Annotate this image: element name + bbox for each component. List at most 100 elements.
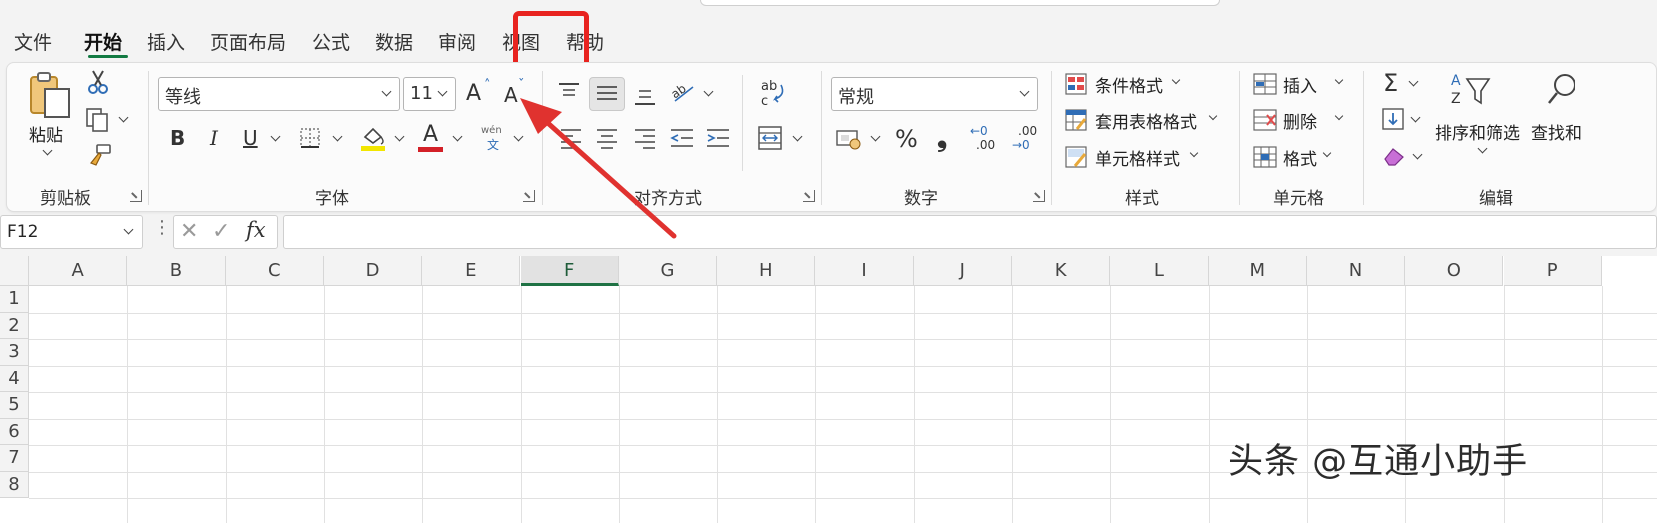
clipboard-dialog-launcher-icon[interactable] (130, 190, 142, 202)
merge-center-icon[interactable] (757, 125, 783, 151)
cancel-formula-icon[interactable]: ✕ (180, 221, 198, 243)
enter-formula-icon[interactable]: ✓ (212, 221, 230, 243)
find-select-label[interactable]: 查找和 (1531, 119, 1582, 144)
cell-styles-button[interactable]: 单元格样式 (1065, 144, 1235, 172)
row-header[interactable]: 6 (0, 418, 29, 445)
column-header[interactable]: B (127, 256, 226, 286)
accounting-format-icon[interactable] (835, 127, 863, 151)
sort-filter-chevron-icon[interactable] (1477, 143, 1488, 154)
column-header[interactable]: N (1306, 256, 1406, 286)
font-color-dropdown-chevron-icon[interactable] (452, 131, 463, 142)
accounting-dropdown-chevron-icon[interactable] (870, 131, 881, 142)
select-all-corner[interactable] (0, 256, 29, 286)
increase-font-size-icon[interactable]: A (466, 83, 481, 105)
fill-color-icon[interactable] (359, 123, 387, 153)
merge-dropdown-chevron-icon[interactable] (792, 131, 803, 142)
row-header[interactable]: 3 (0, 339, 29, 366)
format-cells-button[interactable]: 格式 (1253, 144, 1353, 172)
underline-dropdown-chevron-icon[interactable] (270, 131, 281, 142)
column-header[interactable]: P (1503, 256, 1602, 286)
grid-column-line (127, 286, 129, 523)
paste-icon[interactable] (27, 71, 73, 121)
alignment-dialog-launcher-icon[interactable] (803, 190, 815, 202)
clear-eraser-icon[interactable] (1381, 145, 1407, 167)
column-header[interactable]: K (1012, 256, 1111, 286)
number-dialog-launcher-icon[interactable] (1033, 190, 1045, 202)
wrap-text-icon[interactable]: ab c (759, 77, 787, 109)
paste-label[interactable]: 粘贴 (29, 121, 63, 146)
column-header[interactable]: I (815, 256, 914, 286)
tab-page-layout[interactable]: 页面布局 (210, 28, 286, 55)
sort-filter-icon[interactable]: A Z (1449, 69, 1493, 111)
bold-button[interactable]: B (170, 128, 185, 148)
cut-icon[interactable] (87, 69, 109, 95)
row-header[interactable]: 2 (0, 312, 29, 339)
grid-column-line (1306, 286, 1308, 523)
column-header[interactable]: D (323, 256, 423, 286)
row-header[interactable]: 5 (0, 392, 29, 419)
formula-input[interactable] (283, 215, 1657, 249)
copy-dropdown-chevron-icon[interactable] (118, 112, 129, 123)
column-header[interactable]: H (717, 256, 816, 286)
row-header[interactable]: 8 (0, 471, 29, 498)
tab-insert[interactable]: 插入 (147, 28, 185, 55)
format-as-table-button[interactable]: 套用表格格式 (1065, 107, 1235, 135)
more-options-icon[interactable]: ⋮ (153, 219, 171, 237)
column-header[interactable]: A (29, 256, 128, 286)
insert-function-icon[interactable]: fx (246, 220, 266, 241)
tab-file[interactable]: 文件 (14, 28, 52, 55)
column-header[interactable]: C (225, 256, 324, 286)
number-format-dropdown[interactable]: 常规 (831, 77, 1038, 111)
paste-dropdown-chevron-icon[interactable] (42, 145, 53, 156)
autosum-dropdown-chevron-icon[interactable] (1408, 76, 1419, 87)
grid-row-line (29, 339, 1657, 340)
tab-formulas[interactable]: 公式 (312, 28, 350, 55)
phonetic-guide-icon[interactable]: 文 (487, 139, 499, 151)
conditional-formatting-button[interactable]: 条件格式 (1065, 71, 1235, 99)
sort-filter-label[interactable]: 排序和筛选 (1435, 119, 1520, 144)
borders-dropdown-chevron-icon[interactable] (332, 131, 343, 142)
tab-data[interactable]: 数据 (375, 28, 413, 55)
grid-column-line (815, 286, 817, 523)
column-header[interactable]: M (1208, 256, 1307, 286)
insert-cells-button[interactable]: 插入 (1253, 71, 1353, 99)
fill-dropdown-chevron-icon[interactable] (1410, 112, 1421, 123)
column-header[interactable]: L (1110, 256, 1209, 286)
name-box[interactable]: F12 (0, 215, 143, 249)
font-name-dropdown[interactable]: 等线 (158, 77, 400, 111)
column-header[interactable]: F (520, 256, 619, 286)
grid-column-line (1601, 286, 1603, 523)
column-header[interactable]: J (913, 256, 1012, 286)
fill-down-icon[interactable] (1381, 107, 1405, 131)
font-color-icon[interactable]: A (423, 124, 438, 146)
column-header[interactable]: G (618, 256, 718, 286)
autosum-icon[interactable]: Σ (1383, 71, 1398, 95)
decrease-decimal-button[interactable]: .00 →0 (1012, 125, 1046, 155)
orientation-dropdown-chevron-icon[interactable] (703, 86, 714, 97)
font-size-dropdown[interactable]: 11 (403, 77, 456, 111)
percent-style-button[interactable]: % (895, 127, 918, 151)
tab-home[interactable]: 开始 (84, 28, 122, 55)
italic-button[interactable]: I (210, 128, 218, 148)
fill-color-dropdown-chevron-icon[interactable] (394, 131, 405, 142)
column-header[interactable]: O (1405, 256, 1504, 286)
increase-indent-icon[interactable] (705, 127, 731, 149)
increase-arrow-icon: ˄ (484, 78, 491, 93)
phonetic-guide-top[interactable]: wén (481, 126, 502, 136)
tab-review[interactable]: 审阅 (438, 28, 476, 55)
grid-row-line (29, 418, 1657, 420)
delete-cells-button[interactable]: 删除 (1253, 107, 1353, 135)
row-header[interactable]: 7 (0, 445, 29, 472)
copy-icon[interactable] (85, 107, 111, 133)
underline-button[interactable]: U (243, 128, 258, 148)
comma-style-button[interactable]: ❟ (937, 125, 947, 151)
row-header[interactable]: 1 (0, 286, 29, 313)
format-painter-icon[interactable] (87, 143, 113, 167)
format-cells-icon (1253, 146, 1277, 168)
borders-icon[interactable] (299, 127, 321, 149)
clear-dropdown-chevron-icon[interactable] (1412, 149, 1423, 160)
increase-decimal-button[interactable]: ←0 .00 (970, 125, 1004, 155)
column-header[interactable]: E (422, 256, 521, 286)
row-header[interactable]: 4 (0, 365, 29, 392)
find-select-icon[interactable] (1547, 71, 1575, 115)
